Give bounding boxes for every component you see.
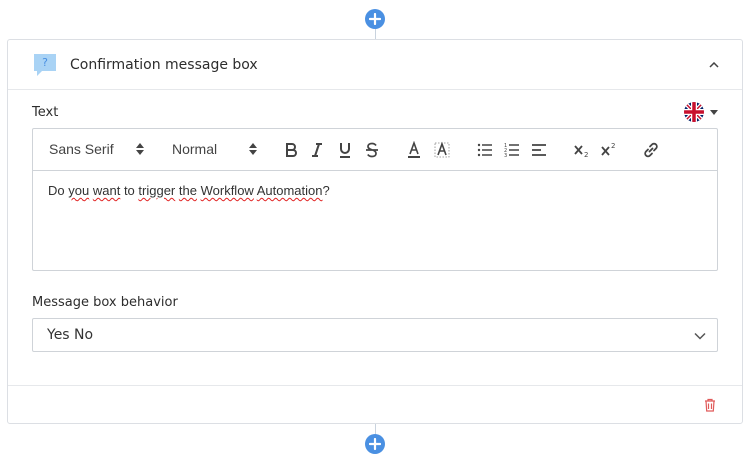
message-box-behavior-select[interactable]: Yes No: [32, 318, 718, 352]
italic-icon: [312, 143, 322, 157]
plus-icon: [369, 438, 381, 450]
superscript-icon: 2: [601, 142, 615, 156]
connector-top-line: [375, 28, 376, 39]
subscript-icon: 2: [574, 145, 588, 159]
underline-button[interactable]: [335, 140, 355, 160]
question-bubble-icon: ?: [34, 53, 56, 76]
behavior-label: Message box behavior: [32, 295, 178, 310]
numbered-list-button[interactable]: 123: [502, 140, 522, 160]
add-step-bottom-button[interactable]: [365, 434, 385, 454]
font-color-button[interactable]: [404, 140, 424, 160]
language-select[interactable]: [684, 102, 718, 122]
svg-text:3: 3: [504, 153, 507, 159]
numbered-list-icon: 123: [504, 143, 519, 159]
trash-icon[interactable]: [703, 398, 717, 412]
behavior-value: Yes No: [47, 327, 94, 343]
plus-icon: [369, 13, 381, 25]
updown-icon: [136, 143, 144, 155]
rich-text-editor: Sans Serif Normal 1 2 3 2 2 Do you want …: [32, 128, 718, 271]
bullet-list-icon: [477, 143, 492, 157]
svg-text:2: 2: [611, 142, 615, 150]
align-button[interactable]: [529, 140, 549, 160]
confirmation-card: ? Confirmation message box Text Sans Ser…: [7, 39, 743, 424]
editor-content[interactable]: Do you want to trigger the Workflow Auto…: [33, 171, 717, 210]
font-family-value: Sans Serif: [49, 141, 114, 157]
italic-button[interactable]: [307, 140, 327, 160]
chevron-down-icon: [710, 109, 718, 115]
svg-text:2: 2: [584, 151, 588, 159]
link-button[interactable]: [641, 140, 661, 160]
bold-icon: [286, 143, 297, 157]
card-footer: [8, 385, 742, 424]
chevron-down-icon: [694, 332, 706, 340]
editor-toolbar: Sans Serif Normal 1 2 3 2 2: [33, 129, 717, 171]
svg-text:?: ?: [42, 56, 48, 69]
font-size-value: Normal: [172, 141, 218, 157]
uk-flag-icon: [684, 102, 704, 122]
subscript-button[interactable]: 2: [572, 140, 592, 160]
align-left-icon: [532, 144, 546, 156]
add-step-top-button[interactable]: [365, 9, 385, 29]
font-family-select[interactable]: Sans Serif: [49, 141, 114, 157]
chevron-up-icon: [709, 62, 719, 68]
bullet-list-button[interactable]: [475, 140, 495, 160]
text-label: Text: [32, 105, 59, 120]
link-icon: [644, 142, 658, 158]
card-header[interactable]: ? Confirmation message box: [8, 40, 742, 90]
superscript-button[interactable]: 2: [599, 140, 619, 160]
bold-button[interactable]: [281, 140, 301, 160]
strikethrough-icon: [366, 142, 378, 158]
font-color-icon: [408, 141, 420, 158]
font-size-select[interactable]: Normal: [172, 141, 217, 157]
card-title: Confirmation message box: [70, 56, 258, 73]
updown-icon: [249, 143, 257, 155]
underline-icon: [340, 143, 350, 158]
background-color-button[interactable]: [432, 140, 452, 160]
editor-text: Do you want to trigger the Workflow Auto…: [48, 183, 330, 198]
background-color-icon: [434, 141, 450, 158]
strikethrough-button[interactable]: [362, 140, 382, 160]
collapse-button[interactable]: [706, 57, 722, 73]
